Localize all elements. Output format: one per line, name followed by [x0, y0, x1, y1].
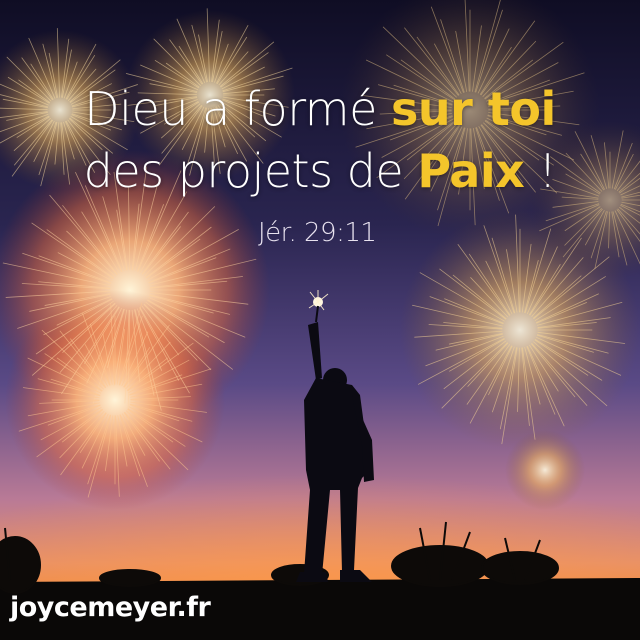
fireworks-scene: Dieu a formé sur toi des projets de Paix…: [0, 0, 640, 640]
verse-line-1: Dieu a formé sur toi: [0, 78, 640, 140]
verse-line-1-highlight: sur toi: [391, 82, 556, 136]
verse-reference: Jér. 29:11: [258, 218, 377, 248]
verse-line-1-text: Dieu a formé: [84, 82, 392, 136]
verse-line-2: des projets de Paix !: [0, 140, 640, 202]
verse-quote: Dieu a formé sur toi des projets de Paix…: [0, 78, 640, 202]
verse-line-2-end: !: [524, 144, 557, 198]
verse-line-2-highlight: Paix: [417, 144, 525, 198]
brand-watermark: joycemeyer.fr: [10, 592, 211, 623]
verse-line-2-text: des projets de: [83, 144, 418, 198]
